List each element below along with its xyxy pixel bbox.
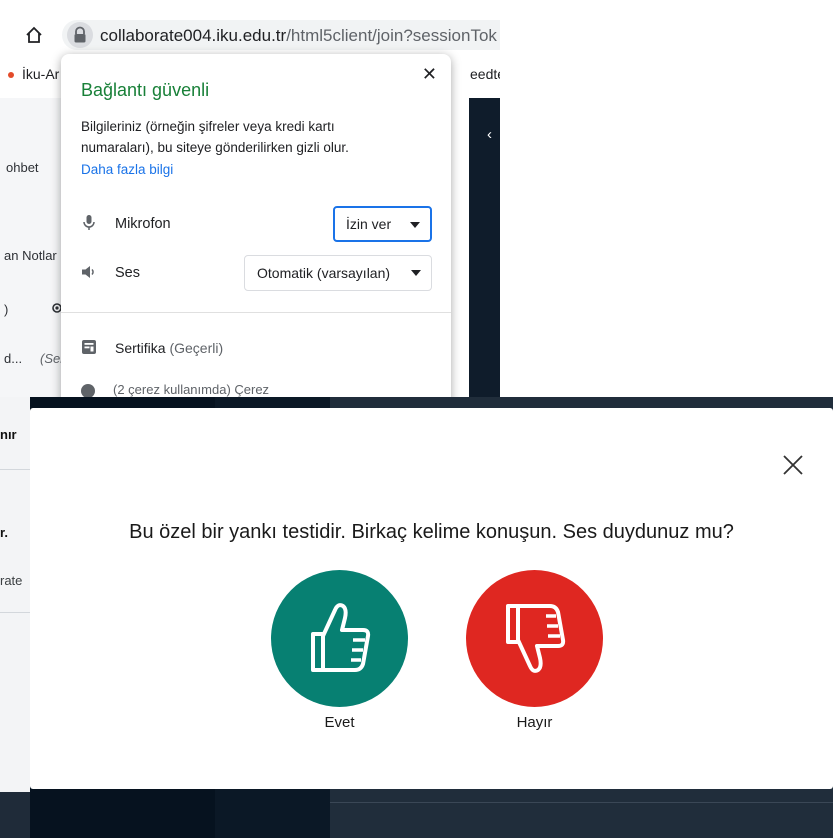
cookies-row[interactable]: (2 çerez kullanımda) Çerez bbox=[81, 382, 269, 397]
bookmark-iku[interactable]: İku-Ar bbox=[22, 66, 59, 82]
certificate-icon bbox=[82, 340, 96, 354]
background-panel-left bbox=[0, 397, 30, 838]
sidebar-item-chat[interactable]: ohbet bbox=[6, 160, 39, 175]
permission-row-microphone: Mikrofon İzin ver bbox=[81, 206, 441, 242]
echo-test-question: Bu özel bir yankı testidir. Birkaç kelim… bbox=[129, 521, 734, 543]
home-icon[interactable] bbox=[24, 25, 44, 45]
presentation-area-edge: ‹ bbox=[469, 98, 500, 397]
background-text-fragment: r. bbox=[0, 525, 8, 540]
bookmark-favicon bbox=[8, 72, 14, 78]
sound-permission-select[interactable]: Otomatik (varsayılan) bbox=[244, 255, 432, 291]
divider bbox=[61, 312, 451, 313]
sidebar-fragment: ) bbox=[4, 302, 9, 317]
speaker-icon bbox=[82, 266, 94, 278]
no-button[interactable] bbox=[466, 570, 603, 707]
app-sidebar: ohbet an Notlar ) d... (Ser bbox=[0, 98, 67, 397]
blank-area bbox=[500, 0, 833, 397]
sidebar-user-name: d... bbox=[4, 351, 23, 366]
url-path: /html5client/join?sessionTok bbox=[286, 26, 497, 45]
close-icon[interactable] bbox=[780, 452, 806, 478]
certificate-state: (Geçerli) bbox=[169, 340, 224, 356]
address-bar-area: collaborate004.iku.edu.tr/html5client/jo… bbox=[0, 0, 500, 58]
select-value: İzin ver bbox=[346, 216, 392, 232]
certificate-label: Sertifika (Geçerli) bbox=[115, 340, 223, 356]
permission-label: Mikrofon bbox=[115, 216, 171, 232]
echo-test-dialog: Bu özel bir yankı testidir. Birkaç kelim… bbox=[30, 408, 833, 789]
yes-label: Evet bbox=[324, 714, 355, 731]
divider bbox=[0, 469, 30, 470]
permission-row-sound: Ses Otomatik (varsayılan) bbox=[81, 255, 441, 291]
select-value: Otomatik (varsayılan) bbox=[257, 265, 391, 281]
microphone-permission-select[interactable]: İzin ver bbox=[333, 206, 432, 242]
url-text[interactable]: collaborate004.iku.edu.tr/html5client/jo… bbox=[100, 26, 497, 46]
chevron-left-icon[interactable]: ‹ bbox=[487, 126, 492, 143]
site-info-popup: Bağlantı güvenli ✕ Bilgileriniz (örneğin… bbox=[61, 54, 451, 397]
meeting-screenshot: nır r. rate Bu özel bir yankı testidir. … bbox=[0, 397, 833, 838]
more-info-link[interactable]: Daha fazla bilgi bbox=[81, 162, 173, 177]
permission-label: Ses bbox=[115, 265, 140, 281]
no-label: Hayır bbox=[516, 714, 553, 731]
divider bbox=[0, 612, 30, 613]
background-panel-left-dark bbox=[0, 792, 30, 838]
sidebar-item-notes[interactable]: an Notlar bbox=[4, 248, 57, 263]
lock-icon bbox=[74, 26, 86, 43]
popup-description: Bilgileriniz (örneğin şifreler veya kred… bbox=[81, 119, 349, 155]
popup-title: Bağlantı güvenli bbox=[81, 80, 210, 100]
url-host: collaborate004.iku.edu.tr bbox=[100, 26, 287, 45]
bookmark-speedtest[interactable]: eedtest bbox=[470, 66, 500, 82]
yes-button[interactable] bbox=[271, 570, 408, 707]
divider bbox=[330, 802, 833, 803]
microphone-icon bbox=[83, 215, 95, 230]
chevron-down-icon bbox=[410, 222, 420, 228]
background-text-fragment: nır bbox=[0, 427, 17, 442]
chevron-down-icon bbox=[411, 270, 421, 276]
certificate-text: Sertifika bbox=[115, 340, 166, 356]
cookie-icon bbox=[81, 383, 95, 397]
thumbs-down-icon bbox=[506, 604, 566, 673]
close-icon[interactable]: ✕ bbox=[422, 64, 437, 85]
site-info-button[interactable] bbox=[67, 22, 93, 48]
thumbs-up-icon bbox=[311, 603, 371, 672]
background-text-fragment: rate bbox=[0, 573, 23, 588]
cookies-text: (2 çerez kullanımda) Çerez bbox=[113, 382, 270, 397]
browser-screenshot: collaborate004.iku.edu.tr/html5client/jo… bbox=[0, 0, 500, 397]
